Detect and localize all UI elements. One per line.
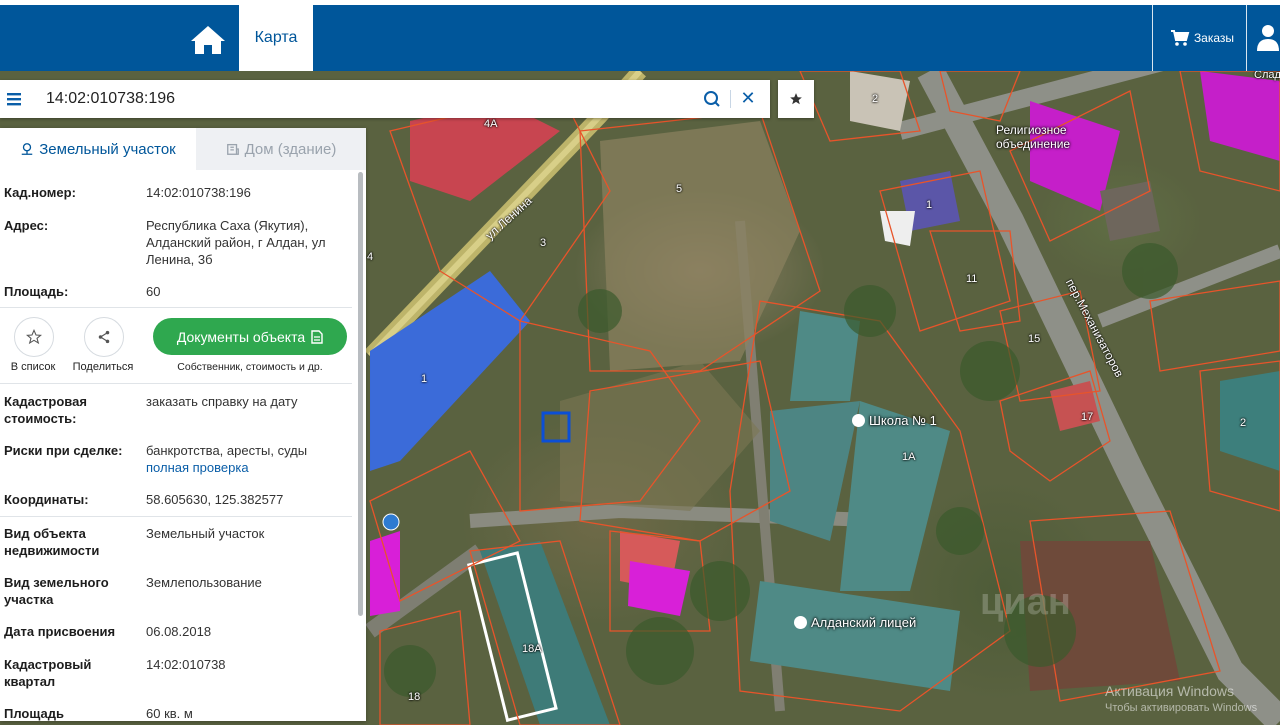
watermark-line: Активация Windows [1105, 683, 1235, 699]
risks-text: банкротства, аресты, суды [146, 443, 308, 458]
building-number: 18А [522, 643, 542, 655]
info-panel: Земельный участок Дом (здание) Кад.номер… [0, 128, 366, 721]
area-value: 60 [146, 284, 161, 299]
search-icon[interactable] [702, 89, 722, 109]
object-type-value: Земельный участок [146, 526, 265, 541]
close-icon[interactable]: ✕ [738, 88, 758, 108]
panel-scrollbar[interactable] [358, 172, 363, 616]
building-number: 2 [1240, 417, 1247, 429]
field-label: Кадастровый квартал [4, 657, 92, 689]
tab-label: Земельный участок [39, 140, 176, 158]
building-icon [226, 143, 239, 155]
field-label: Площадь: [4, 284, 69, 299]
building-number: 1 [926, 199, 933, 211]
field-label: Кад.номер: [4, 185, 76, 200]
field-label: Площадь уточненная [4, 706, 64, 721]
document-icon [311, 329, 323, 344]
cart-icon [1170, 30, 1190, 46]
land-type-value: Землепользование [146, 575, 262, 590]
assign-date-value: 06.08.2018 [146, 624, 212, 639]
field-label: Дата присвоения [4, 624, 116, 639]
search-divider [730, 90, 731, 108]
school-icon [852, 414, 865, 427]
watermark-line: Чтобы активировать Windows [1105, 702, 1258, 714]
cad-number-link[interactable]: 14:02:010738:196 [146, 184, 346, 201]
favorite-button[interactable] [778, 80, 814, 118]
search-input[interactable] [46, 85, 686, 113]
home-icon [191, 26, 225, 54]
divider [0, 307, 352, 308]
poi-religious[interactable]: Религиозное объединение [996, 123, 1106, 151]
star-icon [790, 93, 802, 105]
building-number: 1 [421, 373, 428, 385]
search-bar: ✕ [0, 80, 770, 118]
nav-divider [1152, 5, 1153, 71]
building-number: 5 [676, 183, 683, 195]
full-check-link[interactable]: полная проверка [146, 460, 249, 475]
windows-activation-watermark: Активация Windows Чтобы активировать Win… [1105, 684, 1257, 716]
poi-label: Школа № 1 [869, 413, 937, 428]
user-button[interactable] [1256, 23, 1280, 53]
building-number: 4А [484, 118, 498, 130]
building-number: 2 [872, 93, 879, 105]
address-value: Республика Саха (Якутия), Алданский райо… [146, 218, 326, 267]
tab-label: Дом (здание) [244, 140, 337, 158]
top-navbar: Карта Заказы [0, 5, 1280, 71]
poi-label: Религиозное объединение [996, 123, 1071, 151]
cad-quarter-value: 14:02:010738 [146, 657, 226, 672]
field-label: Вид объекта недвижимости [4, 526, 100, 558]
field-label: Адрес: [4, 218, 49, 233]
divider [0, 383, 352, 384]
field-label: Координаты: [4, 492, 89, 507]
field-label: Кадастровая стоимость: [4, 394, 87, 426]
field-label: Риски при сделке: [4, 443, 123, 458]
tab-house[interactable]: Дом (здание) [196, 128, 366, 170]
home-button[interactable] [188, 23, 228, 57]
refined-area-value: 60 кв. м [146, 706, 193, 721]
building-number: 3 [540, 237, 547, 249]
coords-value: 58.605630, 125.382577 [146, 492, 284, 507]
risks-value: банкротства, аресты, суды полная проверк… [146, 442, 346, 476]
order-certificate-link[interactable]: заказать справку на дату [146, 393, 346, 410]
tab-map[interactable]: Карта [239, 5, 313, 71]
menu-icon[interactable] [4, 89, 24, 109]
poi-school[interactable]: Школа № 1 [852, 413, 937, 428]
user-icon [1257, 25, 1279, 51]
tab-land-plot[interactable]: Земельный участок [0, 128, 196, 170]
poi-lyceum[interactable]: Алданский лицей [794, 615, 916, 630]
documents-button[interactable]: Документы объекта [153, 318, 347, 355]
add-to-list-label: В список [10, 361, 56, 373]
building-number: 1А [902, 451, 916, 463]
building-number: 18 [408, 691, 421, 703]
building-number: 11 [966, 273, 978, 285]
map-label: Слад [1254, 71, 1280, 81]
nav-divider [1246, 5, 1247, 71]
cian-watermark: циан [980, 581, 1071, 623]
share-button[interactable] [84, 317, 124, 357]
building-number: 4 [367, 251, 374, 263]
field-label: Вид земельного участка [4, 575, 109, 607]
school-icon [794, 616, 807, 629]
divider [0, 516, 352, 517]
orders-label: Заказы [1193, 31, 1235, 45]
share-label: Поделиться [72, 361, 134, 373]
star-outline-icon [26, 329, 42, 345]
building-number: 15 [1028, 333, 1041, 345]
building-number: 17 [1081, 411, 1094, 423]
panel-tabs: Земельный участок Дом (здание) [0, 128, 366, 170]
poi-label: Алданский лицей [811, 615, 917, 630]
orders-button[interactable]: Заказы [1160, 5, 1244, 71]
documents-label: Документы объекта [176, 328, 306, 345]
add-to-list-button[interactable] [14, 317, 54, 357]
share-icon [98, 330, 110, 344]
documents-subtitle: Собственник, стоимость и др. [177, 361, 323, 373]
location-icon [21, 143, 33, 155]
